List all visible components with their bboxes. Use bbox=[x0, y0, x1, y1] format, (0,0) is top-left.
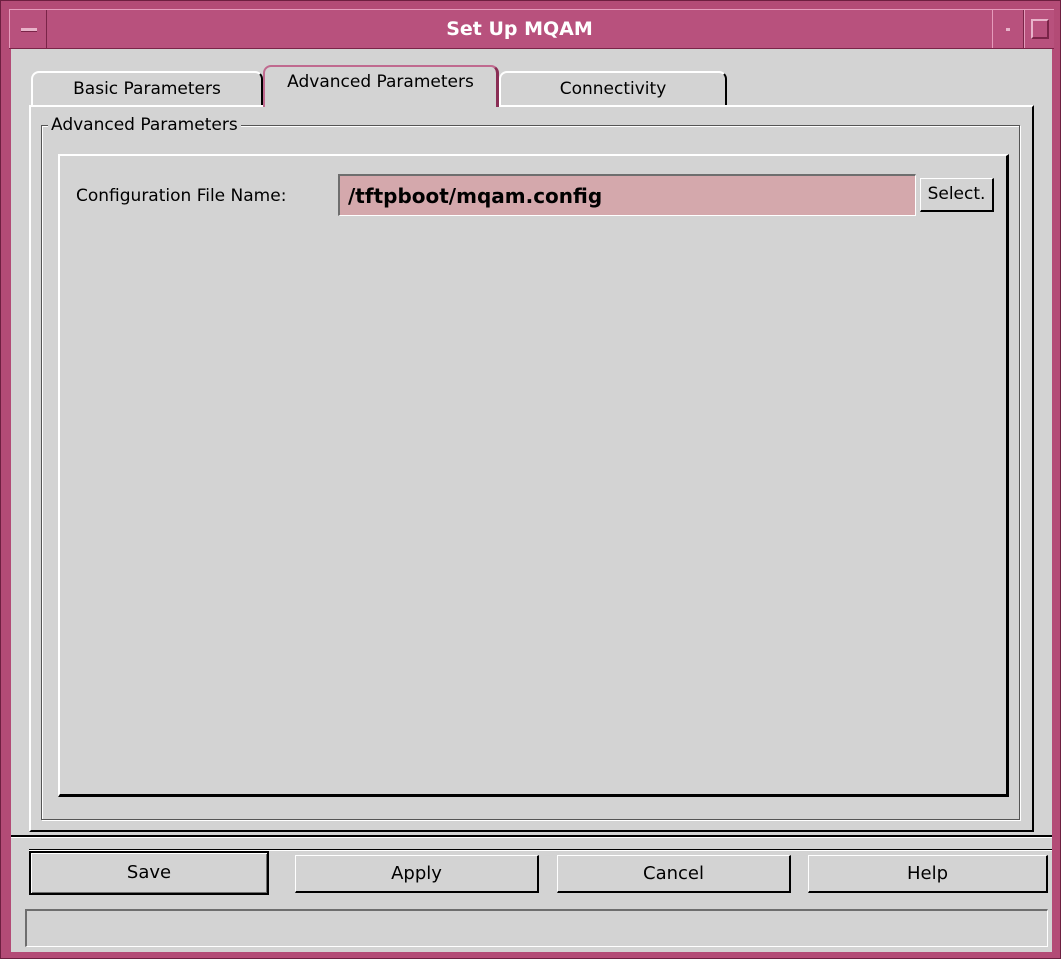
separator bbox=[11, 835, 1052, 838]
group-title: Advanced Parameters bbox=[48, 114, 241, 136]
advanced-parameters-group: Advanced Parameters Configuration File N… bbox=[41, 114, 1020, 820]
tab-connectivity[interactable]: Connectivity bbox=[499, 71, 727, 105]
title-bar[interactable]: Set Up MQAM bbox=[9, 9, 1054, 49]
app-window: Set Up MQAM Basic Parameters Advanced Pa… bbox=[0, 0, 1061, 959]
apply-button[interactable]: Apply bbox=[295, 855, 539, 893]
status-bar bbox=[25, 909, 1048, 947]
window-title: Set Up MQAM bbox=[446, 18, 593, 40]
minimize-icon[interactable] bbox=[992, 10, 1024, 48]
save-button[interactable]: Save bbox=[29, 851, 269, 895]
tab-basic-parameters[interactable]: Basic Parameters bbox=[31, 71, 263, 105]
cancel-button[interactable]: Cancel bbox=[557, 855, 791, 893]
select-button[interactable]: Select. bbox=[920, 178, 994, 212]
config-file-input[interactable] bbox=[338, 174, 916, 216]
tab-panel: Advanced Parameters Configuration File N… bbox=[29, 105, 1034, 832]
maximize-icon[interactable] bbox=[1024, 10, 1054, 48]
help-button[interactable]: Help bbox=[808, 855, 1048, 893]
inner-panel: Configuration File Name: Select. bbox=[58, 154, 1009, 797]
tab-advanced-parameters[interactable]: Advanced Parameters bbox=[263, 65, 499, 107]
dialog-body: Basic Parameters Advanced Parameters Con… bbox=[11, 49, 1052, 952]
window-menu-icon[interactable] bbox=[9, 10, 47, 48]
config-file-label: Configuration File Name: bbox=[76, 186, 287, 206]
